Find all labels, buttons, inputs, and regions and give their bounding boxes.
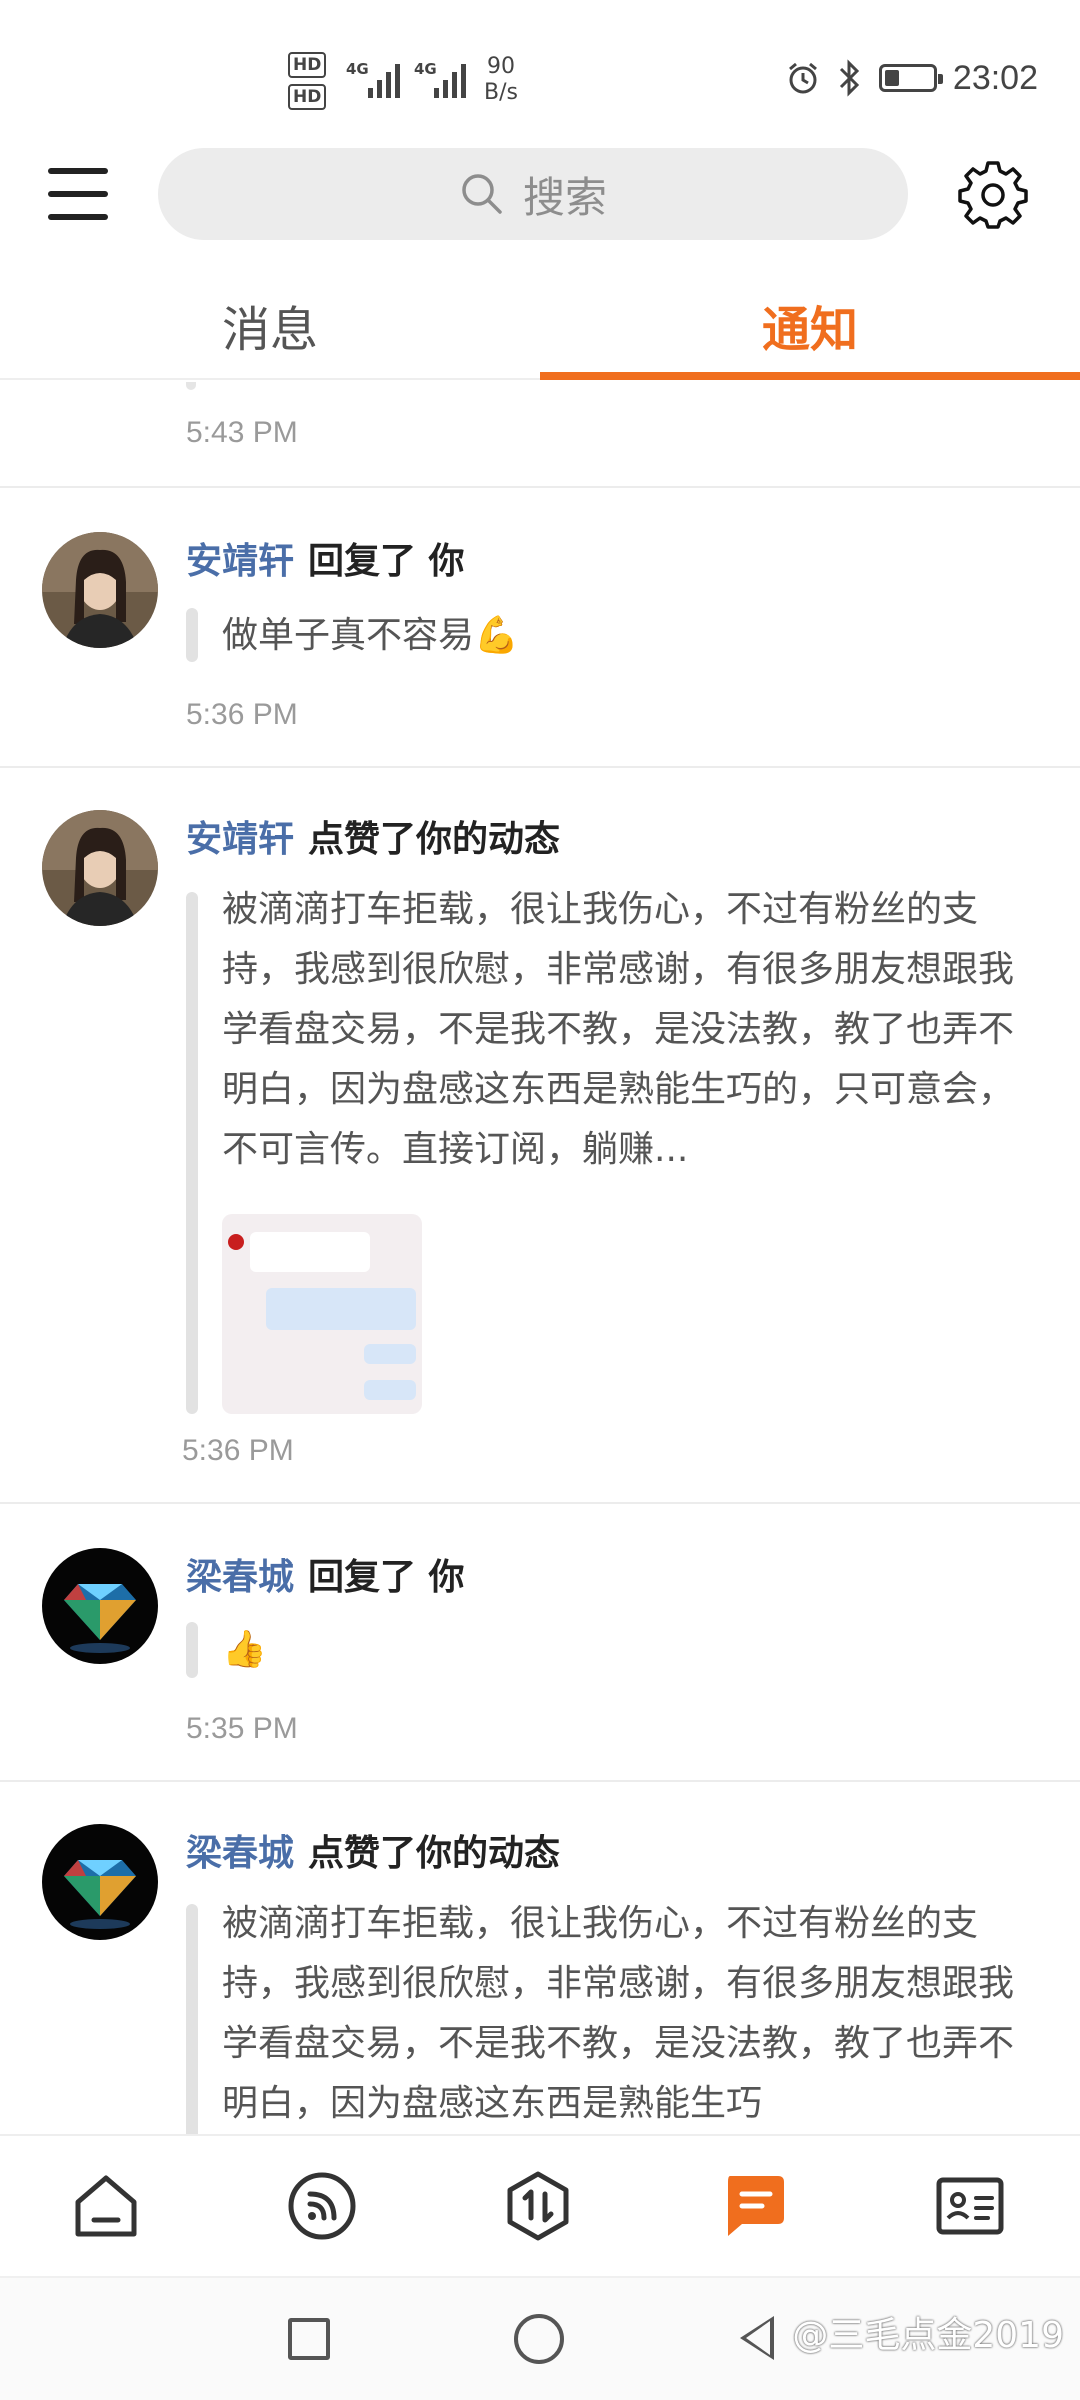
- signal-icon: [368, 60, 400, 98]
- post-thumbnail[interactable]: [222, 1214, 422, 1414]
- menu-button[interactable]: [44, 164, 112, 224]
- action-text: 点赞了你的动态: [308, 1833, 561, 1874]
- post-excerpt: 被滴滴打车拒载，很让我伤心，不过有粉丝的支持，我感到很欣慰，非常感谢，有很多朋友…: [222, 1903, 1015, 2124]
- signal-icon-2: [434, 60, 466, 98]
- nav-messages[interactable]: [714, 2166, 794, 2246]
- search-icon: [462, 174, 502, 214]
- notification-headline: 梁春城 点赞了你的动态: [186, 1824, 560, 1876]
- thumb-bubble: [250, 1232, 370, 1272]
- action-text: 回复了 你: [308, 1557, 465, 1598]
- hd1-badge: HD: [288, 52, 327, 78]
- home-icon: [75, 2175, 137, 2237]
- trade-icon: [507, 2171, 569, 2241]
- thumb-bubble: [364, 1380, 416, 1400]
- action-text: 点赞了你的动态: [308, 819, 561, 860]
- notification-headline: 梁春城 回复了 你: [186, 1548, 465, 1600]
- avatar[interactable]: [42, 532, 158, 648]
- speed-value: 90: [486, 54, 515, 79]
- message-icon: [728, 2176, 784, 2236]
- avatar[interactable]: [42, 810, 158, 926]
- notification-feed[interactable]: 5:43 PM 安靖轩 回复了 你 做单子真不容易💪 5:36 PM 安靖轩 点…: [0, 382, 1080, 2134]
- search-placeholder: 搜索: [522, 172, 607, 222]
- tab-bar: 消息 通知: [0, 270, 1080, 380]
- reply-text: 👍: [222, 1629, 267, 1670]
- notification-item[interactable]: 安靖轩 点赞了你的动态 被滴滴打车拒载，很让我伤心，不过有粉丝的支持，我感到很欣慰…: [0, 766, 1080, 1502]
- recent-apps-button[interactable]: [288, 2318, 330, 2360]
- timestamp: 5:36 PM: [182, 1434, 294, 1467]
- app-header: 搜索: [0, 140, 1080, 270]
- avatar[interactable]: [42, 1824, 158, 1940]
- thumb-avatar-dot: [228, 1234, 244, 1250]
- avatar[interactable]: [42, 1548, 158, 1664]
- back-button[interactable]: [740, 2316, 774, 2360]
- nav-home[interactable]: [66, 2166, 146, 2246]
- nav-trade[interactable]: [498, 2166, 578, 2246]
- username-link[interactable]: 梁春城: [186, 1557, 294, 1598]
- notification-item[interactable]: 安靖轩 回复了 你 做单子真不容易💪 5:36 PM: [0, 486, 1080, 766]
- network-type-1: 4G: [346, 60, 369, 78]
- search-bar[interactable]: 搜索: [158, 148, 908, 240]
- battery-icon: [878, 64, 943, 92]
- home-button[interactable]: [514, 2314, 564, 2364]
- gear-icon[interactable]: [958, 160, 1028, 230]
- quote-bar: [186, 1904, 198, 2134]
- notification-headline: 安靖轩 点赞了你的动态: [186, 810, 560, 862]
- bluetooth-icon: [839, 59, 860, 97]
- tab-notifications[interactable]: 通知: [540, 270, 1080, 380]
- watermark-text: @三毛点金2019: [792, 2315, 1064, 2356]
- notification-item[interactable]: 梁春城 回复了 你 👍 5:35 PM: [0, 1502, 1080, 1780]
- thumb-bubble: [266, 1288, 416, 1330]
- battery-level: [884, 70, 899, 86]
- active-tab-indicator: [540, 372, 1080, 380]
- alarm-icon: [788, 62, 817, 94]
- menu-icon-bar: [48, 168, 108, 174]
- thumb-bubble: [364, 1344, 416, 1364]
- profile-card-icon: [936, 2177, 1004, 2235]
- action-text: 回复了 你: [308, 541, 465, 582]
- speed-unit: B/s: [484, 80, 518, 105]
- timestamp: 5:43 PM: [186, 416, 298, 449]
- timestamp: 5:36 PM: [186, 698, 298, 731]
- notification-item[interactable]: 梁春城 点赞了你的动态 被滴滴打车拒载，很让我伤心，不过有粉丝的支持，我感到很欣慰…: [0, 1780, 1080, 2134]
- notification-headline: 安靖轩 回复了 你: [186, 532, 465, 584]
- feed-icon: [288, 2172, 356, 2240]
- timestamp: 5:35 PM: [186, 1712, 298, 1745]
- username-link[interactable]: 安靖轩: [186, 819, 294, 860]
- tab-messages[interactable]: 消息: [0, 270, 540, 380]
- hd2-badge: HD: [288, 84, 327, 110]
- network-speed: 90 B/s: [484, 54, 518, 106]
- menu-icon-bar: [48, 214, 108, 220]
- username-link[interactable]: 安靖轩: [186, 541, 294, 582]
- bottom-navigation: [0, 2134, 1080, 2276]
- quote-bar: [186, 1622, 198, 1678]
- clock: 23:02: [952, 58, 1038, 97]
- post-excerpt: 被滴滴打车拒载，很让我伤心，不过有粉丝的支持，我感到很欣慰，非常感谢，有很多朋友…: [222, 889, 1015, 1170]
- reply-text: 做单子真不容易💪: [222, 615, 519, 656]
- username-link[interactable]: 梁春城: [186, 1833, 294, 1874]
- nav-profile[interactable]: [930, 2166, 1010, 2246]
- quote-bar: [186, 892, 198, 1414]
- menu-icon-bar: [48, 191, 108, 197]
- status-bar: HD HD 4G 4G 90 B/s 23:02: [0, 0, 1080, 140]
- nav-feed[interactable]: [282, 2166, 362, 2246]
- quote-bar: [186, 608, 198, 662]
- quote-bar: [186, 382, 196, 390]
- hd-indicator: HD HD: [288, 50, 340, 114]
